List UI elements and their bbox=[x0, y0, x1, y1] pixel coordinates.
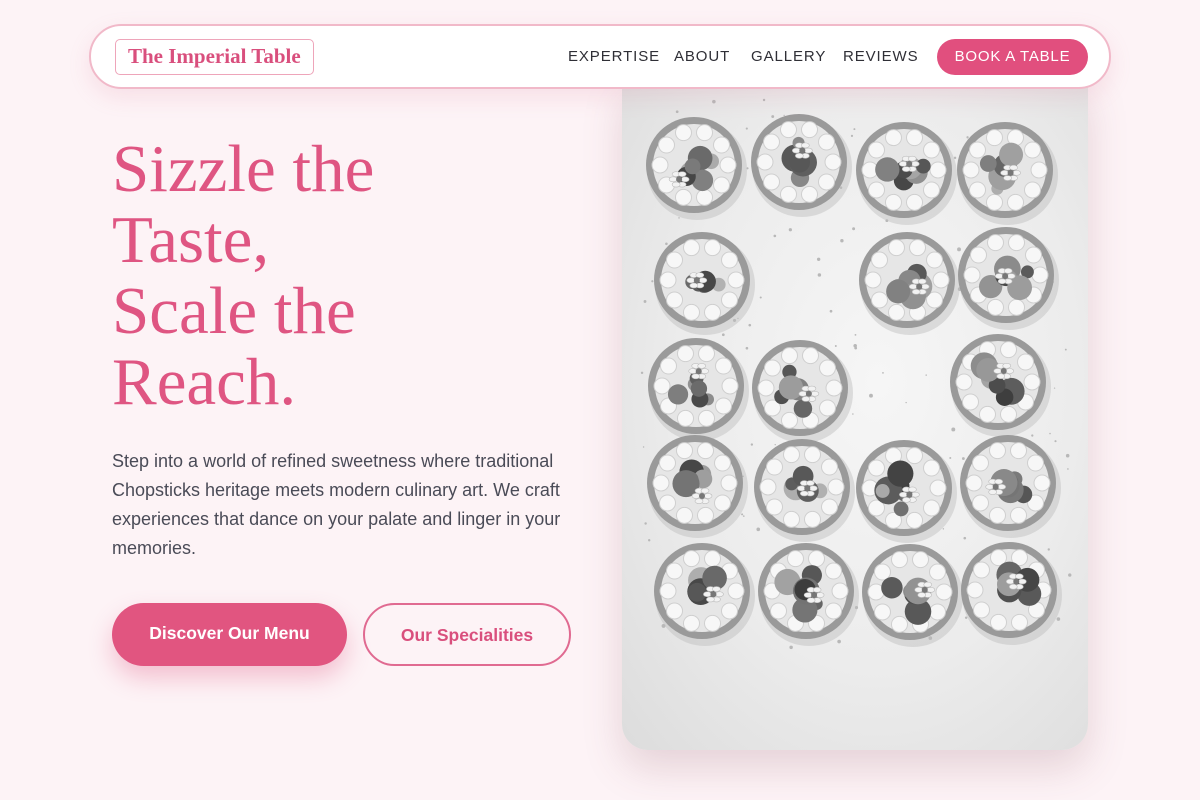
hero-title-line-4: Reach. bbox=[112, 345, 297, 419]
crumb bbox=[854, 333, 857, 336]
crumb bbox=[852, 413, 854, 415]
nav-link-reviews[interactable]: REVIEWS bbox=[843, 47, 918, 67]
crumb bbox=[829, 309, 833, 313]
crumb bbox=[665, 242, 668, 246]
crumb bbox=[882, 372, 884, 374]
brand-logo[interactable]: The Imperial Table bbox=[115, 39, 314, 75]
tart bbox=[862, 544, 963, 647]
crumb bbox=[853, 128, 856, 131]
crumb bbox=[1056, 617, 1061, 621]
crumb bbox=[925, 374, 927, 376]
crumb bbox=[745, 346, 749, 350]
crumb bbox=[854, 346, 858, 350]
crumb bbox=[1068, 573, 1072, 577]
crumb bbox=[762, 98, 766, 102]
crumb bbox=[957, 247, 961, 252]
tart bbox=[960, 435, 1061, 538]
crumb bbox=[643, 300, 647, 303]
crumb bbox=[759, 296, 762, 299]
crumb bbox=[816, 257, 821, 261]
hero-description: Step into a world of refined sweetness w… bbox=[112, 451, 561, 558]
crumb bbox=[963, 536, 967, 540]
crumb bbox=[949, 456, 952, 459]
crumb bbox=[712, 99, 716, 104]
crumb bbox=[1031, 434, 1034, 437]
crumb bbox=[647, 539, 651, 542]
crumb bbox=[640, 371, 644, 375]
tart bbox=[758, 543, 859, 646]
hero-title-line-1: Sizzle the bbox=[112, 132, 375, 206]
crumb bbox=[750, 443, 754, 446]
tart bbox=[958, 227, 1059, 330]
tart bbox=[654, 232, 755, 335]
tart bbox=[856, 122, 957, 225]
crumb bbox=[837, 639, 841, 644]
hero-title-line-2: Taste, bbox=[112, 203, 270, 277]
hero-title: Sizzle the Taste, Scale the Reach. bbox=[112, 134, 562, 418]
crumb bbox=[869, 393, 873, 398]
nav-link-gallery[interactable]: GALLERY bbox=[751, 47, 826, 67]
tart bbox=[856, 440, 957, 543]
crumb bbox=[644, 522, 647, 525]
crumb bbox=[651, 280, 654, 283]
tart bbox=[751, 114, 852, 217]
tart bbox=[950, 334, 1051, 437]
crumb bbox=[788, 228, 792, 232]
crumb bbox=[675, 110, 679, 114]
tart bbox=[752, 340, 853, 443]
crumb bbox=[741, 513, 744, 516]
tarts-illustration bbox=[640, 98, 1072, 650]
tart bbox=[654, 543, 755, 646]
crumb bbox=[1047, 548, 1050, 551]
navbar: The Imperial Table EXPERTISE ABOUT GALLE… bbox=[89, 24, 1111, 89]
tart bbox=[647, 435, 748, 538]
crumb bbox=[742, 515, 745, 517]
nav-link-about[interactable]: ABOUT bbox=[674, 47, 730, 67]
crumb bbox=[748, 323, 752, 327]
tart bbox=[957, 122, 1058, 225]
crumb bbox=[961, 457, 965, 460]
crumb bbox=[852, 227, 856, 231]
crumb bbox=[789, 645, 793, 650]
crumb bbox=[771, 115, 775, 118]
crumb bbox=[774, 443, 776, 446]
crumb bbox=[678, 217, 680, 219]
crumb bbox=[951, 427, 956, 432]
book-table-button[interactable]: BOOK A TABLE bbox=[937, 39, 1088, 75]
tart bbox=[754, 439, 855, 542]
tart bbox=[646, 117, 747, 220]
crumb bbox=[850, 134, 854, 137]
discover-menu-button[interactable]: Discover Our Menu bbox=[112, 603, 347, 666]
crumb bbox=[756, 527, 761, 532]
crumb bbox=[834, 345, 837, 347]
crumb bbox=[840, 239, 844, 243]
hero-title-line-3: Scale the bbox=[112, 274, 356, 348]
nav-link-expertise[interactable]: EXPERTISE bbox=[568, 47, 660, 67]
crumb bbox=[1049, 432, 1051, 435]
crumb bbox=[1053, 387, 1056, 389]
our-specialities-button[interactable]: Our Specialities bbox=[363, 603, 571, 666]
crumb bbox=[1064, 348, 1067, 351]
crumb bbox=[1065, 453, 1070, 458]
tart bbox=[859, 232, 960, 335]
hero-image bbox=[622, 80, 1088, 750]
tart bbox=[961, 542, 1062, 645]
page: The Imperial Table EXPERTISE ABOUT GALLE… bbox=[0, 0, 1200, 800]
crumb bbox=[905, 401, 907, 404]
crumb bbox=[721, 333, 725, 337]
crumb bbox=[745, 127, 748, 130]
crumb bbox=[964, 616, 968, 619]
crumb bbox=[642, 446, 645, 448]
tart bbox=[648, 338, 749, 441]
crumb bbox=[1054, 440, 1057, 443]
crumb bbox=[817, 273, 822, 277]
crumb bbox=[966, 136, 969, 139]
crumb bbox=[773, 234, 777, 238]
crumb bbox=[942, 528, 945, 530]
crumb bbox=[783, 114, 785, 117]
crumb bbox=[1067, 468, 1069, 470]
